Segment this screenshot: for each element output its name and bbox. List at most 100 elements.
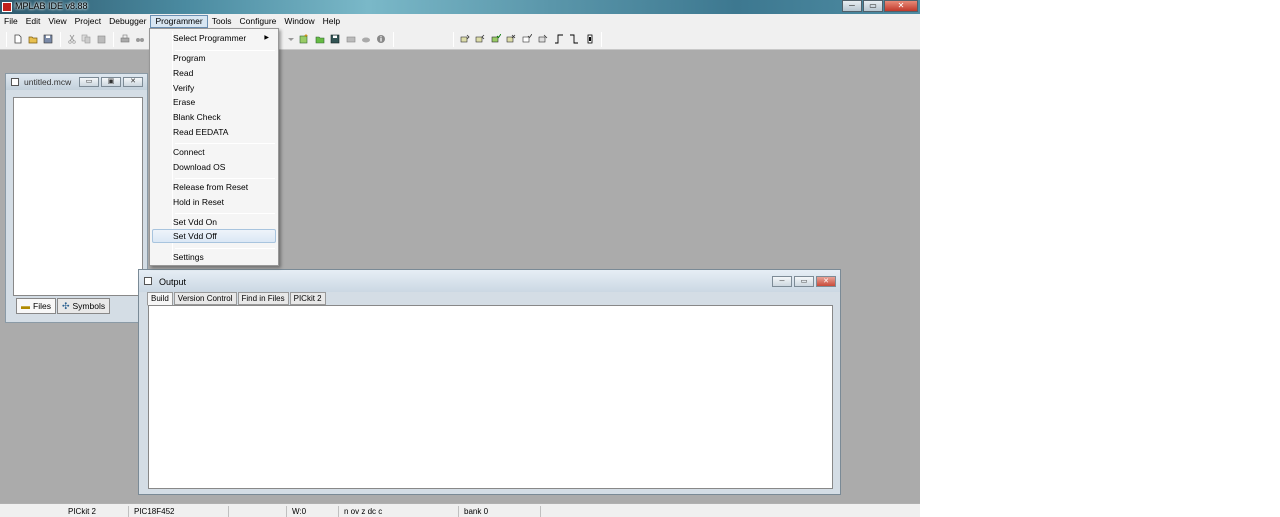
output-maximize-button[interactable]: ▭ <box>794 276 814 287</box>
programmer-menu: Select Programmer ▶ Program Read Verify … <box>149 28 279 266</box>
menu-programmer[interactable]: Programmer <box>150 14 208 28</box>
menu-file[interactable]: File <box>0 15 22 28</box>
menu-help[interactable]: Help <box>319 15 344 28</box>
status-bank: bank 0 <box>464 507 489 516</box>
workspace-caption-buttons: ▭ ▣ ✕ <box>77 77 143 87</box>
tab-files-label: Files <box>33 301 51 311</box>
output-title-bar[interactable]: Output ─ ▭ ✕ <box>139 270 840 292</box>
erase-device-icon[interactable] <box>506 34 516 44</box>
caption-buttons: ─ ▭ ✕ <box>841 0 918 12</box>
output-close-button[interactable]: ✕ <box>816 276 836 287</box>
menu-configure[interactable]: Configure <box>236 15 281 28</box>
menuitem-release-from-reset[interactable]: Release from Reset <box>152 180 276 194</box>
menu-debugger[interactable]: Debugger <box>105 15 150 28</box>
output-window-icon <box>144 277 152 285</box>
dropdown-arrow-icon[interactable] <box>286 34 296 44</box>
toolbar-separator <box>60 32 61 47</box>
menuitem-connect[interactable]: Connect <box>152 145 276 159</box>
find-icon[interactable] <box>135 34 145 44</box>
menu-separator <box>175 143 275 144</box>
workspace-minimize-button[interactable]: ▭ <box>79 77 99 87</box>
workspace-close-button[interactable]: ✕ <box>123 77 143 87</box>
tab-symbols[interactable]: ✣ Symbols <box>56 298 111 314</box>
save-icon[interactable] <box>43 34 53 44</box>
menu-separator <box>175 213 275 214</box>
toolbar-separator <box>113 32 114 47</box>
new-file-icon[interactable] <box>13 34 23 44</box>
window-title: MPLAB IDE v8.88 <box>15 1 88 11</box>
menuitem-read[interactable]: Read <box>152 66 276 80</box>
vdd-icon[interactable] <box>585 34 595 44</box>
toolbar-separator <box>453 32 454 47</box>
maximize-button[interactable]: ▭ <box>863 0 883 12</box>
menuitem-set-vdd-off[interactable]: Set Vdd Off <box>152 229 276 243</box>
make-icon[interactable] <box>361 34 371 44</box>
menuitem-program[interactable]: Program <box>152 51 276 65</box>
copy-icon[interactable] <box>81 34 91 44</box>
output-title: Output <box>159 277 187 287</box>
menu-project[interactable]: Project <box>71 15 105 28</box>
verify-device-icon[interactable] <box>491 34 501 44</box>
status-flags: n ov z dc c <box>344 507 383 516</box>
hold-reset-icon[interactable] <box>569 34 579 44</box>
new-project-icon[interactable] <box>299 34 309 44</box>
print-icon[interactable] <box>120 34 130 44</box>
menu-tools[interactable]: Tools <box>208 15 236 28</box>
menuitem-settings[interactable]: Settings <box>152 250 276 264</box>
menuitem-hold-in-reset[interactable]: Hold in Reset <box>152 195 276 209</box>
tab-find-in-files[interactable]: Find in Files <box>237 292 289 305</box>
menu-separator <box>175 248 275 249</box>
menu-view[interactable]: View <box>44 15 70 28</box>
menuitem-verify[interactable]: Verify <box>152 81 276 95</box>
menuitem-download-os[interactable]: Download OS <box>152 160 276 174</box>
status-separator <box>338 506 339 517</box>
symbols-icon: ✣ <box>61 301 70 311</box>
minimize-button[interactable]: ─ <box>842 0 862 12</box>
workspace-window: untitled.mcw ▭ ▣ ✕ ▬ Files ✣ Symbols <box>5 73 148 323</box>
workspace-tree-pane[interactable] <box>13 97 143 296</box>
menu-bar: File Edit View Project Debugger Programm… <box>0 14 920 28</box>
menuitem-blank-check[interactable]: Blank Check <box>152 110 276 124</box>
blank-check-icon[interactable] <box>522 34 532 44</box>
app-logo-icon <box>2 2 12 12</box>
workspace-maximize-button[interactable]: ▣ <box>101 77 121 87</box>
workspace-title-bar[interactable]: untitled.mcw ▭ ▣ ✕ <box>6 74 147 90</box>
info-icon[interactable] <box>376 34 386 44</box>
menuitem-erase[interactable]: Erase <box>152 95 276 109</box>
read-device-icon[interactable] <box>475 34 485 44</box>
toolbar-separator <box>393 32 394 47</box>
tab-build[interactable]: Build <box>147 292 173 306</box>
build-icon[interactable] <box>346 34 356 44</box>
output-window: Output ─ ▭ ✕ Build Version Control Find … <box>138 269 841 495</box>
close-button[interactable]: ✕ <box>884 0 918 12</box>
open-folder-icon[interactable] <box>28 34 38 44</box>
status-separator <box>228 506 229 517</box>
tab-pickit2[interactable]: PICkit 2 <box>289 292 326 305</box>
menu-window[interactable]: Window <box>280 15 318 28</box>
tab-files[interactable]: ▬ Files <box>16 298 56 314</box>
menu-separator <box>175 178 275 179</box>
output-tabs: Build Version Control Find in Files PICk… <box>147 292 327 306</box>
release-reset-icon[interactable] <box>554 34 564 44</box>
document-icon <box>11 78 19 86</box>
status-separator <box>128 506 129 517</box>
tab-symbols-label: Symbols <box>72 301 106 311</box>
cut-icon[interactable] <box>67 34 77 44</box>
open-project-icon[interactable] <box>315 34 325 44</box>
toolbar <box>0 28 920 50</box>
paste-icon[interactable] <box>97 34 107 44</box>
menuitem-set-vdd-on[interactable]: Set Vdd On <box>152 215 276 229</box>
title-bar[interactable]: MPLAB IDE v8.88 ─ ▭ ✕ <box>0 0 920 14</box>
read-eedata-icon[interactable] <box>538 34 548 44</box>
status-separator <box>540 506 541 517</box>
save-project-icon[interactable] <box>330 34 340 44</box>
tab-version-control[interactable]: Version Control <box>173 292 237 305</box>
output-text-pane[interactable] <box>148 305 833 489</box>
menuitem-read-eedata[interactable]: Read EEDATA <box>152 125 276 139</box>
toolbar-separator <box>6 32 7 47</box>
menu-edit[interactable]: Edit <box>22 15 45 28</box>
output-caption-buttons: ─ ▭ ✕ <box>770 276 836 287</box>
menuitem-select-programmer[interactable]: Select Programmer ▶ <box>152 31 276 45</box>
program-device-icon[interactable] <box>460 34 470 44</box>
output-minimize-button[interactable]: ─ <box>772 276 792 287</box>
